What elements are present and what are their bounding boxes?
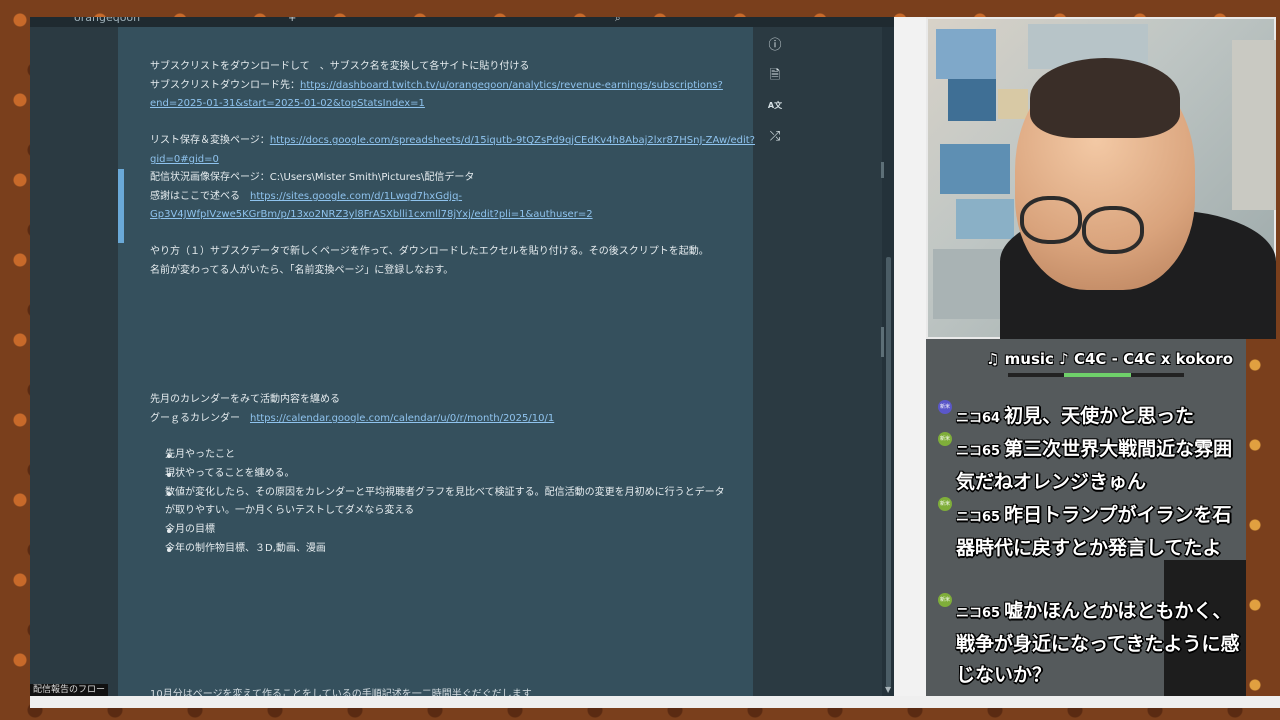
- doc-line: リスト保存＆変換ページ：https://docs.google.com/spre…: [150, 132, 755, 150]
- doc-link[interactable]: https://docs.google.com/spreadsheets/d/1…: [270, 135, 755, 146]
- bookshelf: [1232, 40, 1276, 210]
- translate-icon[interactable]: A文: [766, 97, 784, 115]
- list-item: 先月やったこと: [165, 449, 235, 460]
- scrollbar-thumb[interactable]: [886, 257, 891, 687]
- scroll-down-icon[interactable]: ▼: [885, 685, 891, 694]
- doc-link[interactable]: https://calendar.google.com/calendar/u/0…: [250, 413, 554, 424]
- window-caption: 配信報告のフロー: [30, 684, 109, 696]
- chat-message: ニコ64 初見、天使かと思った: [956, 401, 1246, 434]
- chat-body: 初見、天使かと思った: [1004, 405, 1195, 427]
- info-icon[interactable]: ⓘ: [766, 37, 784, 55]
- search-icon[interactable]: ⌕: [615, 17, 621, 24]
- wall-poster: [936, 29, 996, 79]
- document-icon[interactable]: 🗎: [766, 67, 784, 85]
- wall-poster: [998, 89, 1028, 119]
- now-playing: ♫ music ♪ C4C - C4C x kokoro: [986, 350, 1234, 368]
- wall-poster: [948, 79, 996, 121]
- doc-label: サブスクリストダウンロード先：: [150, 80, 300, 91]
- doc-line: 名前が変わってる人がいたら、「名前変換ページ」に登録しなおす。: [150, 265, 454, 276]
- doc-link[interactable]: https://dashboard.twitch.tv/u/orangeqoon…: [300, 80, 723, 91]
- doc-link[interactable]: gid=0#gid=0: [150, 151, 219, 169]
- doc-line-partial: 10月分はページを変えて作ることをしているの手順記述を一二時間半ぐだぐだします: [150, 689, 532, 696]
- chat-user: ニコ65: [956, 444, 1001, 459]
- shuffle-icon[interactable]: ⤮: [766, 128, 784, 146]
- plus-icon[interactable]: +: [288, 17, 296, 24]
- chat-message: ニコ65 昨日トランプがイランを石器時代に戻すとか発言してたよ: [956, 500, 1246, 564]
- doc-line: グーｇるカレンダー https://calendar.google.com/ca…: [150, 410, 554, 428]
- doc-line: やり方（１）サブスクデータで新しくページを作って、ダウンロードしたエクセルを貼り…: [150, 246, 709, 257]
- chat-message: ニコ65 第三次世界大戦間近な雰囲気だねオレンジきゅん: [956, 434, 1246, 498]
- editor-window: orangeqoon + ⌕ ⓘ 🗎 A文 ⤮ ▼ サブスクリストをダウンロード…: [30, 17, 894, 696]
- scroll-marker: [881, 162, 884, 178]
- wall-poster: [956, 199, 1014, 239]
- doc-link[interactable]: Gp3V4JWfpIVzwe5KGrBm/p/13xo2NRZ3yl8FrASX…: [150, 206, 593, 224]
- doc-label: 感謝はここで述べる: [150, 191, 250, 202]
- doc-link[interactable]: end=2025-01-31&start=2025-01-02&topStats…: [150, 95, 425, 113]
- selection-accent: [118, 169, 124, 243]
- chat-message: ニコ65 嘘かほんとかはともかく、戦争が身近になってきたように感じないか？: [956, 596, 1246, 691]
- list-item: 現状やってることを纏める。: [165, 468, 295, 479]
- list-item: 数値が変化したら、その原因をカレンダーと平均視聴者グラフを見比べて検証する。配信…: [165, 487, 725, 498]
- bottom-strip: [30, 696, 1280, 708]
- list-item: が取りやすい。一か月くらいテストしてダメなら変える: [165, 505, 415, 516]
- glasses-lens: [1082, 206, 1144, 254]
- title-bar: orangeqoon + ⌕: [30, 17, 894, 27]
- chat-user: ニコ65: [956, 606, 1001, 621]
- chat-user: ニコ65: [956, 510, 1001, 525]
- doc-link[interactable]: https://sites.google.com/d/1Lwqd7hxGdjq-: [250, 191, 462, 202]
- music-progress-fill: [1064, 373, 1132, 377]
- user-badge: 新米: [938, 432, 952, 446]
- doc-label: グーｇるカレンダー: [150, 413, 250, 424]
- doc-line: 感謝はここで述べる https://sites.google.com/d/1Lw…: [150, 188, 462, 206]
- user-badge: 新米: [938, 593, 952, 607]
- doc-line: 配信状況画像保存ページ：C:\Users\Mister Smith\Pictur…: [150, 172, 475, 183]
- doc-line: サブスクリストをダウンロードして 、サブスク名を変換して各サイトに貼り付ける: [150, 61, 530, 72]
- document-page[interactable]: [118, 27, 753, 696]
- person-hair: [1030, 58, 1180, 138]
- gap-panel: [894, 17, 926, 696]
- doc-label: リスト保存＆変換ページ：: [150, 135, 270, 146]
- chat-user: ニコ64: [956, 411, 1001, 426]
- doc-line: サブスクリストダウンロード先：https://dashboard.twitch.…: [150, 77, 723, 95]
- doc-line: 先月のカレンダーをみて活動内容を纏める: [150, 394, 340, 405]
- scroll-marker: [881, 327, 884, 357]
- user-badge: 新米: [938, 400, 952, 414]
- glasses-lens: [1020, 196, 1082, 244]
- list-item: 今月の目標: [165, 524, 215, 535]
- list-item: 今年の制作物目標、３D,動画、漫画: [165, 543, 326, 554]
- wall-poster: [940, 144, 1010, 194]
- tab-title[interactable]: orangeqoon: [74, 17, 140, 24]
- user-badge: 新米: [938, 497, 952, 511]
